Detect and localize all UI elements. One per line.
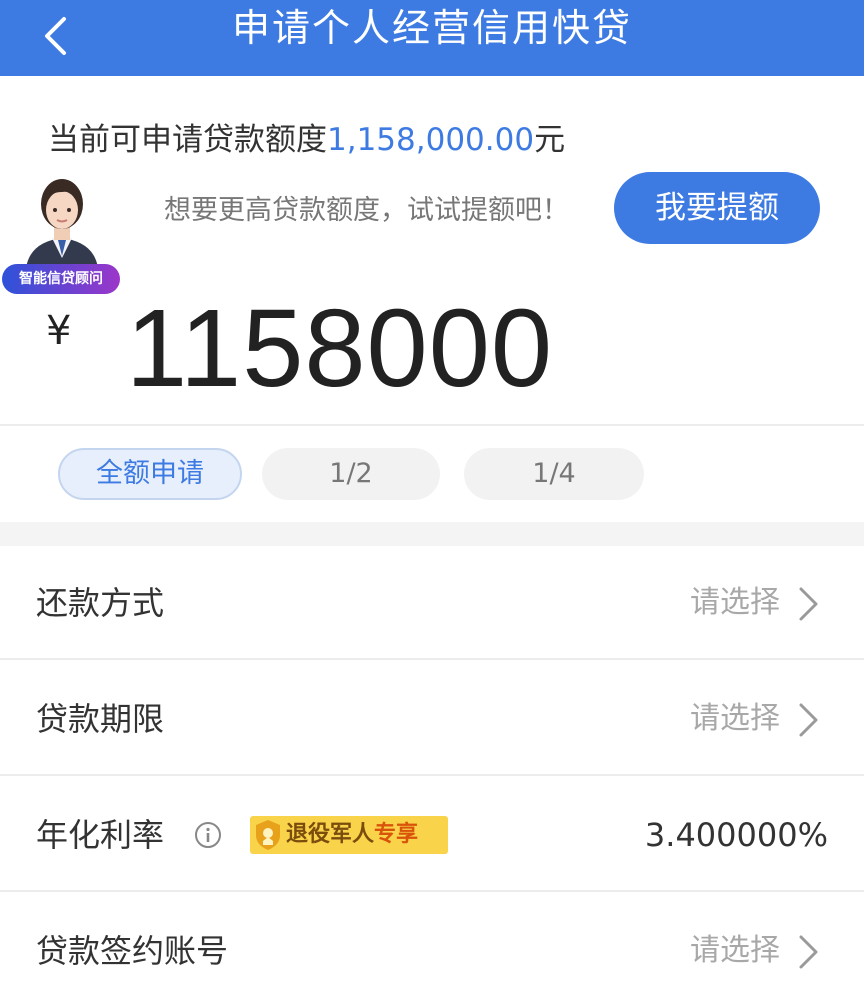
section-gap: [0, 522, 864, 546]
row-divider: [0, 890, 864, 892]
row-divider: [0, 658, 864, 660]
loan-term-row[interactable]: 贷款期限 请选择: [0, 662, 864, 776]
info-icon[interactable]: [194, 821, 222, 849]
chevron-right-icon: [799, 587, 818, 621]
page-title: 申请个人经营信用快贷: [231, 6, 632, 50]
chevron-right-icon: [799, 935, 818, 969]
veteran-exclusive-badge: 退役军人专享: [250, 816, 448, 854]
available-quota: 当前可申请贷款额度1,158,000.00元: [48, 114, 565, 159]
annual-rate-value: 3.400000%: [644, 816, 828, 854]
loan-account-label: 贷款签约账号: [36, 932, 229, 970]
advisor-label: 智能信贷顾问: [2, 264, 120, 294]
divider: [0, 424, 864, 426]
half-amount-chip[interactable]: 1/2: [262, 448, 440, 500]
repayment-method-label: 还款方式: [36, 584, 165, 622]
loan-term-value: 请选择: [690, 701, 780, 736]
quota-label: 当前可申请贷款额度: [48, 122, 327, 158]
quarter-amount-chip[interactable]: 1/4: [464, 448, 644, 500]
repayment-method-value: 请选择: [690, 585, 780, 620]
veteran-badge-main: 退役军人: [286, 822, 375, 847]
loan-account-row[interactable]: 贷款签约账号 请选择: [0, 894, 864, 1008]
advisor-avatar-icon: [26, 179, 98, 268]
boost-hint: 想要更高贷款额度，试试提额吧！: [164, 195, 569, 226]
full-amount-chip[interactable]: 全额申请: [58, 448, 242, 500]
currency-symbol: ¥: [46, 308, 72, 354]
app-header: 申请个人经营信用快贷: [0, 0, 864, 76]
loan-amount-input[interactable]: 1158000: [126, 284, 553, 414]
loan-account-value: 请选择: [690, 933, 780, 968]
row-divider: [0, 774, 864, 776]
annual-rate-row: 年化利率 退役军人专享 3.400000%: [0, 778, 864, 892]
veteran-badge-text: 退役军人专享: [286, 816, 418, 854]
quota-unit: 元: [534, 122, 566, 158]
chevron-right-icon: [799, 703, 818, 737]
quota-amount: 1,158,000.00: [327, 122, 535, 158]
veteran-badge-suffix: 专享: [374, 822, 419, 847]
loan-term-label: 贷款期限: [36, 700, 165, 738]
boost-limit-button[interactable]: 我要提额: [614, 172, 820, 244]
smart-credit-advisor[interactable]: 智能信贷顾问: [2, 172, 122, 302]
annual-rate-label: 年化利率: [36, 816, 165, 854]
repayment-method-row[interactable]: 还款方式 请选择: [0, 546, 864, 660]
shield-icon: [256, 820, 280, 850]
